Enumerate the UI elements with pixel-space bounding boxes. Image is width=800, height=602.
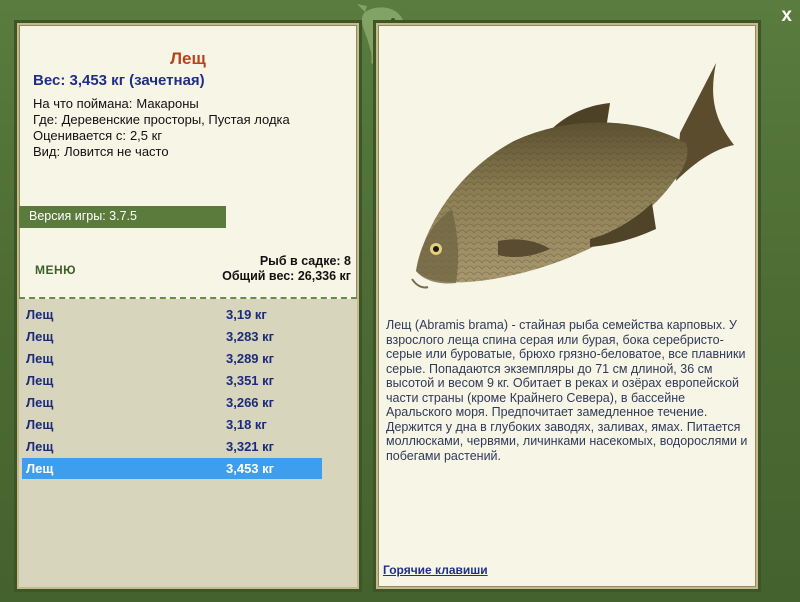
catch-row[interactable]: Лещ 3,19 кг <box>22 304 322 325</box>
fish-count: Рыб в садке: 8 <box>259 254 351 268</box>
rarity-info: Вид: Ловится не часто <box>33 144 169 159</box>
fish-info-panel: Лещ (Abramis brama) - стайная рыба семей… <box>376 23 758 589</box>
catch-row[interactable]: Лещ 3,351 кг <box>22 370 322 391</box>
fish-description: Лещ (Abramis brama) - стайная рыба семей… <box>386 318 748 463</box>
hotkeys-link[interactable]: Горячие клавиши <box>383 563 488 577</box>
bait-info: На что поймана: Макароны <box>33 96 199 111</box>
catch-row[interactable]: Лещ 3,266 кг <box>22 392 322 413</box>
fish-weight: Вес: 3,453 кг (зачетная) <box>33 72 205 89</box>
bream-fish-image <box>411 63 734 289</box>
catch-row[interactable]: Лещ 3,283 кг <box>22 326 322 347</box>
catch-row[interactable]: Лещ 3,289 кг <box>22 348 322 369</box>
keepnet-stats: Рыб в садке: 8 Общий вес: 26,336 кг <box>222 254 351 284</box>
catch-panel: Лещ Вес: 3,453 кг (зачетная) На что пойм… <box>17 23 359 589</box>
menu-button[interactable]: МЕНЮ <box>35 263 76 277</box>
total-weight: Общий вес: 26,336 кг <box>222 269 351 283</box>
close-button[interactable]: x <box>781 5 792 27</box>
location-info: Где: Деревенские просторы, Пустая лодка <box>33 112 290 127</box>
threshold-info: Оценивается с: 2,5 кг <box>33 128 163 143</box>
catch-row-selected[interactable]: Лещ 3,453 кг <box>22 458 322 479</box>
version-label: Версия игры: 3.7.5 <box>19 206 226 228</box>
catch-row[interactable]: Лещ 3,321 кг <box>22 436 322 457</box>
catch-row[interactable]: Лещ 3,18 кг <box>22 414 322 435</box>
fish-title: Лещ <box>170 49 206 68</box>
catch-list: Лещ 3,19 кг Лещ 3,283 кг Лещ 3,289 кг Лещ 3,… <box>19 299 357 587</box>
